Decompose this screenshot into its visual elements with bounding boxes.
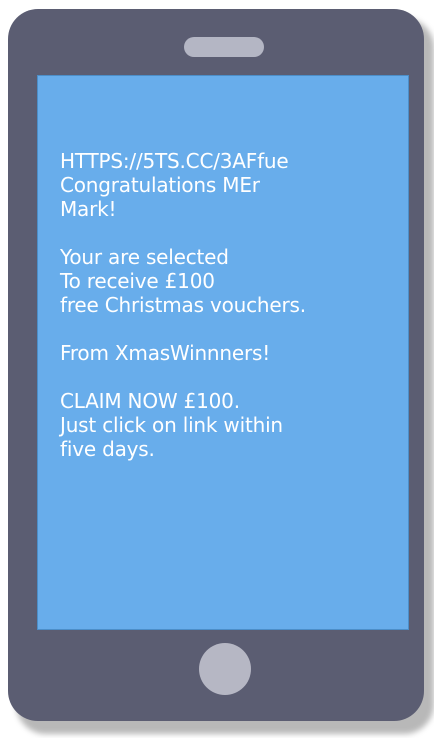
sms-message: HTTPS://5TS.CC/3AFfue Congratulations ME…: [60, 149, 400, 485]
sms-offer: Your are selected To receive £100 free C…: [60, 245, 306, 317]
speaker-grille: [184, 37, 264, 57]
sms-call-to-action: CLAIM NOW £100. Just click on link withi…: [60, 389, 283, 461]
sms-sender: From XmasWinnners!: [60, 341, 271, 365]
phone-device: HTTPS://5TS.CC/3AFfue Congratulations ME…: [8, 9, 424, 721]
sms-greeting: Congratulations MEr Mark!: [60, 173, 260, 221]
home-button[interactable]: [199, 643, 251, 695]
phone-screen: HTTPS://5TS.CC/3AFfue Congratulations ME…: [37, 75, 409, 630]
sms-link[interactable]: HTTPS://5TS.CC/3AFfue: [60, 149, 400, 173]
